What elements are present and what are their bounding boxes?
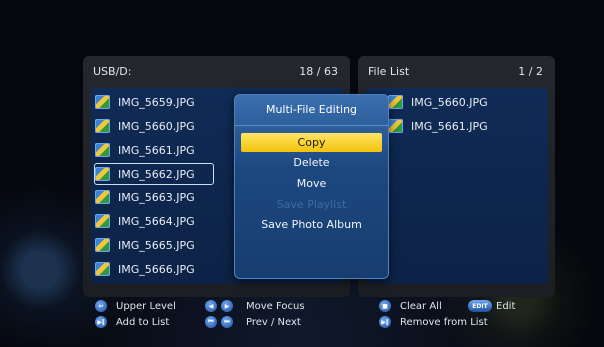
next-key-icon: ⏭ <box>221 316 233 328</box>
image-file-icon <box>95 262 110 276</box>
save-playlist-menu-item: Save Playlist <box>276 198 347 211</box>
image-file-icon <box>95 214 110 228</box>
file-list-counter: 1 / 2 <box>518 65 543 78</box>
current-path: USB/D: <box>93 65 132 78</box>
file-row[interactable]: IMG_5663.JPG <box>95 187 210 207</box>
move-menu-item[interactable]: Move <box>241 174 382 193</box>
file-row[interactable]: IMG_5666.JPG <box>95 259 210 279</box>
file-position-counter: 18 / 63 <box>299 65 338 78</box>
right-arrow-key-icon: ▶ <box>221 300 233 312</box>
source-panel-header: USB/D: 18 / 63 <box>93 65 338 83</box>
edit-key-icon: EDIT <box>468 300 492 312</box>
legend-remove-from-list: ▶‖ Remove from List <box>379 316 488 328</box>
play-pause-key-icon: ▶‖ <box>379 316 391 328</box>
previous-key-icon: ⏮ <box>205 316 217 328</box>
legend-clear-all: ■ Clear All <box>379 300 442 312</box>
legend-upper-level: ↩ Upper Level <box>95 300 176 312</box>
image-file-icon <box>388 95 403 109</box>
selected-file-list: IMG_5660.JPG IMG_5661.JPG <box>366 88 548 284</box>
image-file-icon <box>95 190 110 204</box>
image-file-icon <box>95 143 110 157</box>
stop-key-icon: ■ <box>379 300 391 312</box>
file-row[interactable]: IMG_5664.JPG <box>95 211 210 231</box>
left-arrow-key-icon: ◀ <box>205 300 217 312</box>
image-file-icon <box>388 119 403 133</box>
image-file-icon <box>95 238 110 252</box>
multi-file-editing-dialog: Multi-File Editing Copy Delete Move Save… <box>234 94 389 279</box>
file-row[interactable]: IMG_5660.JPG <box>95 116 210 136</box>
return-key-icon: ↩ <box>95 300 107 312</box>
dialog-title: Multi-File Editing <box>265 103 358 116</box>
file-list-header: File List 1 / 2 <box>368 65 543 83</box>
image-file-icon <box>95 95 110 109</box>
file-row-selected[interactable]: IMG_5662.JPG <box>94 163 214 185</box>
file-row[interactable]: IMG_5665.JPG <box>95 235 210 255</box>
save-photo-album-menu-item[interactable]: Save Photo Album <box>241 215 382 234</box>
file-list-title: File List <box>368 65 410 78</box>
image-file-icon <box>95 167 110 181</box>
image-file-icon <box>95 119 110 133</box>
list-item[interactable]: IMG_5660.JPG <box>388 92 503 112</box>
file-row[interactable]: IMG_5659.JPG <box>95 92 210 112</box>
legend-edit: EDIT Edit <box>468 300 515 312</box>
play-pause-key-icon: ▶‖ <box>95 316 107 328</box>
list-item[interactable]: IMG_5661.JPG <box>388 116 503 136</box>
dialog-divider <box>235 125 388 126</box>
legend-move-focus: ◀ ▶ Move Focus <box>205 300 305 312</box>
copy-menu-item[interactable]: Copy <box>241 133 382 152</box>
file-row[interactable]: IMG_5661.JPG <box>95 140 210 160</box>
delete-menu-item[interactable]: Delete <box>241 153 382 172</box>
legend-add-to-list: ▶‖ Add to List <box>95 316 169 328</box>
legend-prev-next: ⏮ ⏭ Prev / Next <box>205 316 301 328</box>
